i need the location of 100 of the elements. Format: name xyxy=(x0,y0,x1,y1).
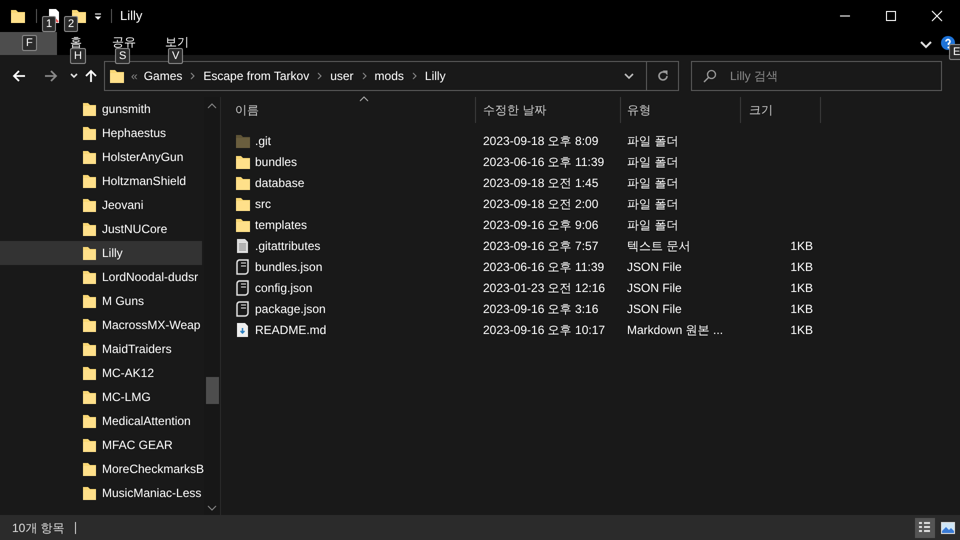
sidebar-item[interactable]: LordNoodal-dudsr xyxy=(0,265,204,289)
keytip: S xyxy=(115,48,130,64)
refresh-icon[interactable] xyxy=(656,70,668,82)
sidebar-item[interactable]: MusicManiac-Less xyxy=(0,481,204,505)
sidebar-item[interactable]: MC-AK12 xyxy=(0,361,204,385)
column-header[interactable]: 유형 xyxy=(621,97,741,123)
sidebar-item[interactable]: M Guns xyxy=(0,289,204,313)
dropdown-icon[interactable] xyxy=(93,11,103,21)
type-cell-text: JSON File xyxy=(626,280,683,296)
file-name[interactable]: templates xyxy=(255,216,308,234)
sidebar-item[interactable]: HolsterAnyGun xyxy=(0,145,204,169)
folder-icon xyxy=(82,389,96,405)
file-name[interactable]: bundles xyxy=(255,152,298,170)
close-icon xyxy=(931,10,943,22)
sidebar-item[interactable]: MFAC GEAR xyxy=(0,433,204,457)
folder-icon xyxy=(82,341,96,357)
keytip: E xyxy=(949,44,960,60)
column-header[interactable]: 이름 xyxy=(221,97,476,123)
item-count: 10개 항목 xyxy=(12,520,65,536)
address-bar[interactable]: « Games Escape from Tarkov user mods Lilly xyxy=(104,61,679,91)
maximize-icon xyxy=(885,10,897,22)
sidebar-item[interactable]: MaidTraiders xyxy=(0,337,204,361)
folder-icon xyxy=(82,125,96,141)
file-name[interactable]: bundles.json xyxy=(255,258,322,276)
folder-icon xyxy=(82,197,96,213)
keytip: 2 xyxy=(64,16,78,32)
sidebar-item[interactable]: HoltzmanShield xyxy=(0,169,204,193)
folder-icon xyxy=(82,245,96,261)
sidebar-item[interactable]: Lilly xyxy=(0,241,202,265)
search-icon xyxy=(703,69,717,83)
type-cell-text: JSON File xyxy=(626,258,683,276)
details-view-button[interactable] xyxy=(915,518,935,538)
folder-icon xyxy=(82,485,96,501)
keytip: F xyxy=(22,35,37,51)
breadcrumb[interactable]: Escape from Tarkov xyxy=(203,67,310,85)
sort-ascending-icon xyxy=(359,96,369,102)
date-cell-text: 2023-06-16 오후 11:39 xyxy=(482,154,606,170)
folder-icon xyxy=(82,317,96,333)
breadcrumb[interactable]: Lilly xyxy=(424,67,446,85)
type-cell-text: 파일 폴더 xyxy=(626,154,680,170)
chevron-right-icon xyxy=(362,72,367,80)
date-cell-text: 2023-09-16 오후 3:16 xyxy=(482,300,600,318)
file-name[interactable]: .git xyxy=(255,132,272,150)
size-cell-text: 1KB xyxy=(789,258,814,276)
scroll-up-icon[interactable] xyxy=(207,103,217,109)
folder-icon xyxy=(82,365,96,381)
sidebar-item[interactable]: MacrossMX-Weap xyxy=(0,313,204,337)
column-header[interactable]: 크기 xyxy=(741,97,821,123)
dropdown-icon[interactable] xyxy=(624,73,634,79)
ribbon-tab[interactable]: 홈 xyxy=(70,34,82,50)
sidebar-item[interactable]: Jeovani xyxy=(0,193,204,217)
folder-icon xyxy=(82,461,96,477)
date-cell-text: 2023-06-16 오후 11:39 xyxy=(482,258,606,276)
overflow-chevron[interactable]: « xyxy=(131,67,138,85)
date-cell-text: 2023-09-18 오후 8:09 xyxy=(482,132,600,150)
sidebar-item[interactable]: MC-LMG xyxy=(0,385,204,409)
date-cell-text: 2023-09-18 오전 2:00 xyxy=(482,196,600,212)
file-name[interactable]: config.json xyxy=(255,278,312,296)
date-cell-text: 2023-09-18 오전 1:45 xyxy=(482,174,600,192)
folder-icon xyxy=(82,413,96,429)
back-icon xyxy=(12,69,26,83)
ribbon-tab[interactable]: 공유 xyxy=(112,34,136,50)
sidebar-item[interactable]: gunsmith xyxy=(0,97,204,121)
type-cell-text: 파일 폴더 xyxy=(626,174,680,192)
breadcrumb[interactable]: user xyxy=(330,67,354,85)
window-title: Lilly xyxy=(120,7,142,26)
file-name[interactable]: package.json xyxy=(255,300,326,318)
up-icon[interactable] xyxy=(84,69,98,83)
column-header[interactable]: 수정한 날짜 xyxy=(476,97,621,123)
folder-icon xyxy=(10,8,26,24)
keytip: V xyxy=(168,48,184,64)
sidebar-item[interactable]: JustNUCore xyxy=(0,217,204,241)
scrollbar-thumb[interactable] xyxy=(206,377,219,404)
sidebar-item[interactable]: MoreCheckmarksB xyxy=(0,457,204,481)
folder-icon xyxy=(82,149,96,165)
type-cell-text: 파일 폴더 xyxy=(626,196,680,212)
breadcrumb[interactable]: Games xyxy=(144,67,182,85)
date-cell-text: 2023-09-16 오후 9:06 xyxy=(482,216,600,234)
file-name[interactable]: database xyxy=(255,174,304,192)
folder-icon xyxy=(82,269,96,285)
breadcrumb[interactable]: mods xyxy=(374,67,404,85)
file-name[interactable]: README.md xyxy=(255,320,326,338)
date-cell-text: 2023-09-16 오후 10:17 xyxy=(482,322,606,338)
recent-locations-icon[interactable] xyxy=(70,73,78,79)
sidebar-item[interactable]: Hephaestus xyxy=(0,121,204,145)
folder-icon xyxy=(82,173,96,189)
size-cell-text: 1KB xyxy=(789,322,814,338)
keytip: H xyxy=(70,48,86,64)
search-field[interactable]: Lilly 검색 xyxy=(691,61,942,91)
sidebar-item[interactable]: MedicalAttention xyxy=(0,409,204,433)
keytip: 1 xyxy=(42,16,56,32)
folder-icon xyxy=(82,437,96,453)
scroll-down-icon[interactable] xyxy=(207,505,217,511)
chevron-right-icon xyxy=(317,72,322,80)
large-icons-view-icon xyxy=(941,520,955,534)
ribbon-tab[interactable]: 보기 xyxy=(165,34,189,50)
file-name[interactable]: src xyxy=(255,194,271,212)
expand-ribbon-icon[interactable] xyxy=(920,41,932,49)
file-name[interactable]: .gitattributes xyxy=(255,236,320,254)
forward-icon xyxy=(44,69,58,83)
